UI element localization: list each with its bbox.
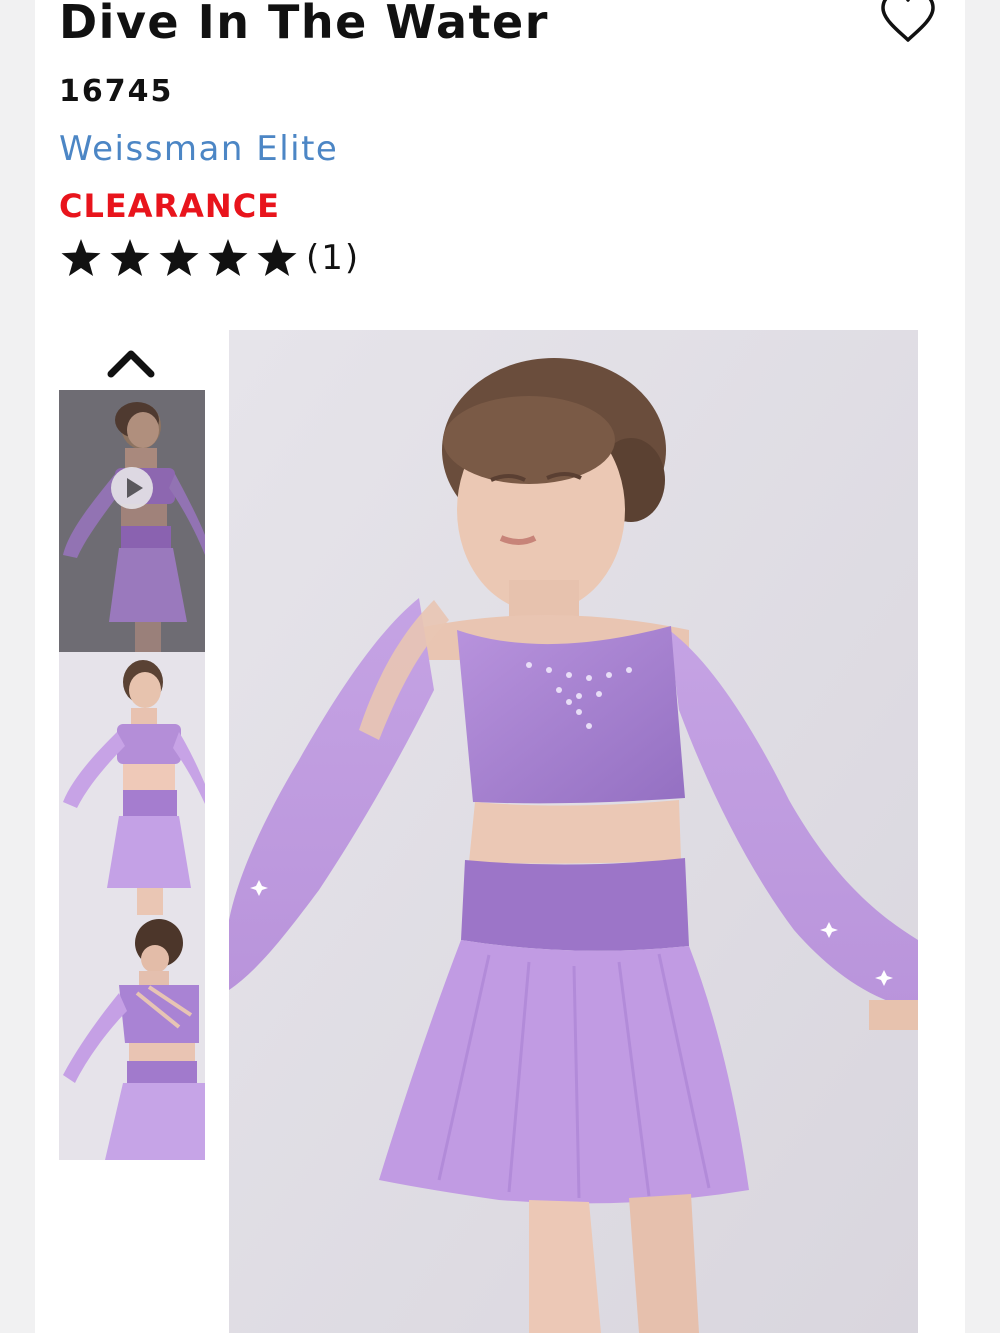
product-sku: 16745 <box>59 74 174 109</box>
product-title: Dive In The Water <box>59 0 549 49</box>
gallery-thumbnail[interactable] <box>59 915 205 1160</box>
product-page: Dive In The Water 16745 Weissman Elite C… <box>35 0 965 1333</box>
play-icon <box>111 467 153 509</box>
star-icon <box>257 239 297 276</box>
star-icon <box>208 239 248 276</box>
chevron-up-icon <box>107 350 155 378</box>
thumbnail-image <box>59 652 205 915</box>
clearance-badge: CLEARANCE <box>59 187 281 225</box>
star-icon <box>61 239 101 276</box>
product-photo <box>229 330 918 1333</box>
star-icon <box>110 239 150 276</box>
thumbnail-image <box>59 390 205 652</box>
heart-outline-icon <box>881 0 935 42</box>
rating-summary[interactable]: (1) <box>59 234 360 282</box>
review-count: (1) <box>306 238 361 278</box>
gallery-thumbnail[interactable] <box>59 652 205 915</box>
brand-link[interactable]: Weissman Elite <box>59 128 338 170</box>
thumbnail-image <box>59 915 205 1160</box>
star-icon <box>159 239 199 276</box>
gallery-up-button[interactable] <box>105 342 157 382</box>
gallery-thumbnail-video[interactable] <box>59 390 205 652</box>
main-product-image[interactable] <box>229 330 918 1333</box>
wishlist-button[interactable] <box>873 0 943 48</box>
